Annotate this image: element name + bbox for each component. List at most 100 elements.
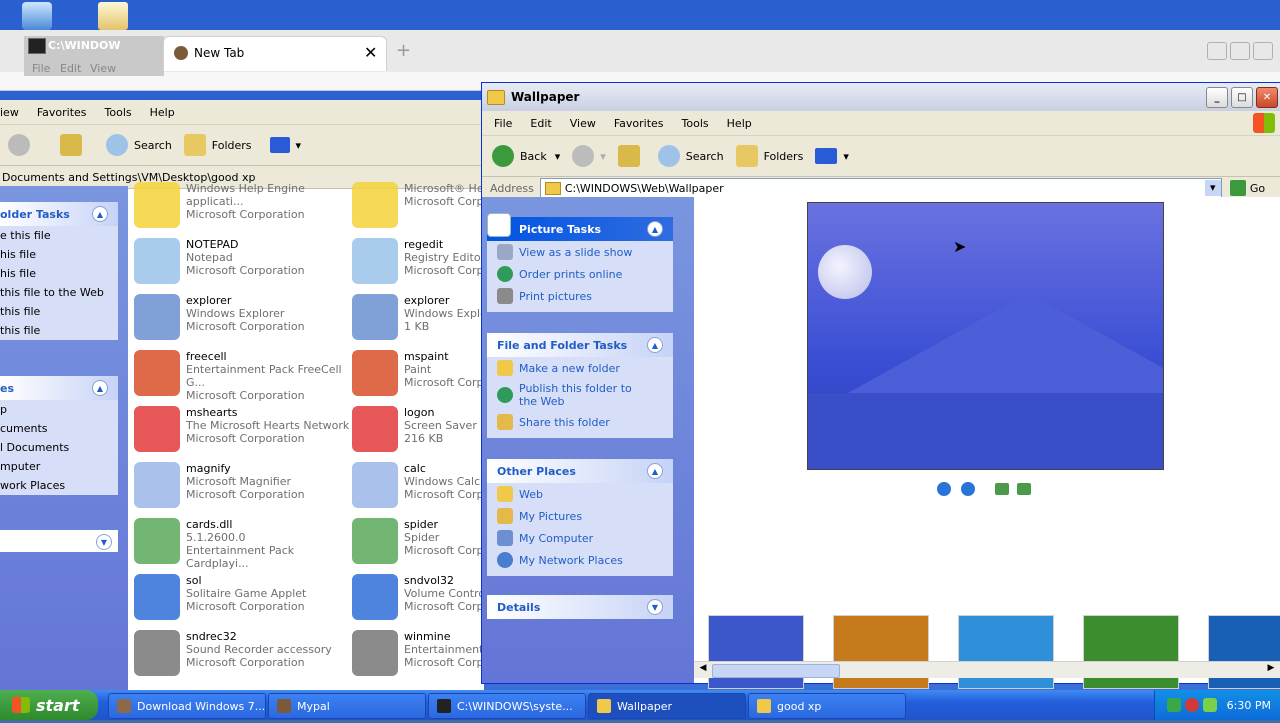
file-item[interactable]: Windows Help Engine applicati... Microsof… xyxy=(134,182,354,228)
file-item[interactable]: freecell Entertainment Pack FreeCell G...… xyxy=(134,350,354,402)
views-button[interactable]: ▾ xyxy=(815,148,849,164)
place-my-pictures[interactable]: My Pictures xyxy=(487,505,673,527)
folder-tasks-header[interactable]: older Tasks ▲ xyxy=(0,202,118,226)
recycle-bin-icon[interactable] xyxy=(22,2,52,30)
place-item[interactable]: work Places xyxy=(0,476,118,495)
up-button[interactable] xyxy=(48,134,88,156)
folder-task-item[interactable]: this file xyxy=(0,302,118,321)
picture-tasks-header[interactable]: Picture Tasks ▲ xyxy=(487,217,673,241)
collapse-chevron-icon[interactable]: ▲ xyxy=(92,206,108,222)
details-panel[interactable]: ▼ xyxy=(0,530,118,552)
scrollbar-thumb[interactable] xyxy=(712,664,840,678)
file-item[interactable]: explorer Windows Explorer Microsoft Corpor… xyxy=(134,294,354,340)
back-dropdown-icon[interactable]: ▾ xyxy=(555,150,561,163)
close-button[interactable] xyxy=(1253,42,1273,60)
scroll-right-icon[interactable]: ▶ xyxy=(1264,663,1278,677)
places-header[interactable]: es ▲ xyxy=(0,376,118,400)
notepad-icon[interactable] xyxy=(98,2,128,30)
place-network[interactable]: My Network Places xyxy=(487,549,673,576)
views-button[interactable]: ▾ xyxy=(264,137,301,153)
collapse-chevron-icon[interactable]: ▲ xyxy=(647,463,663,479)
cmd-menu-view[interactable]: View xyxy=(90,62,116,75)
folders-button[interactable]: Folders xyxy=(735,145,803,167)
cmd-menu-file[interactable]: File xyxy=(32,62,50,75)
other-places-header[interactable]: Other Places ▲ xyxy=(487,459,673,483)
folder-task-item[interactable]: this file to the Web xyxy=(0,283,118,302)
menu-file[interactable]: File xyxy=(494,117,512,130)
maximize-button[interactable] xyxy=(1230,42,1250,60)
tab-close-icon[interactable]: ✕ xyxy=(364,43,377,62)
address-dropdown-icon[interactable]: ▾ xyxy=(1204,180,1221,196)
file-item[interactable]: sndrec32 Sound Recorder accessory Microsof… xyxy=(134,630,354,676)
file-item[interactable]: mshearts The Microsoft Hearts Network Micr… xyxy=(134,406,354,452)
maximize-button[interactable]: □ xyxy=(1231,86,1253,108)
menu-favorites[interactable]: Favorites xyxy=(37,106,87,119)
rotate-clockwise-icon[interactable] xyxy=(995,483,1009,495)
up-button[interactable] xyxy=(617,145,646,167)
scroll-left-icon[interactable]: ◀ xyxy=(696,663,710,677)
address-field[interactable]: C:\WINDOWS\Web\Wallpaper ▾ xyxy=(539,178,1222,198)
horizontal-scrollbar[interactable]: ◀ ▶ xyxy=(694,661,1280,678)
menu-help[interactable]: Help xyxy=(727,117,752,130)
folder-task-item[interactable]: his file xyxy=(0,245,118,264)
start-button[interactable]: start xyxy=(0,690,98,720)
file-item[interactable]: magnify Microsoft Magnifier Microsoft Corp… xyxy=(134,462,354,508)
expand-chevron-icon[interactable]: ▼ xyxy=(647,599,663,615)
collapse-chevron-icon[interactable]: ▲ xyxy=(647,337,663,353)
forward-dropdown-icon[interactable]: ▾ xyxy=(600,150,606,163)
next-image-button[interactable] xyxy=(961,482,975,496)
place-item[interactable]: cuments xyxy=(0,419,118,438)
file-folder-tasks-header[interactable]: File and Folder Tasks ▲ xyxy=(487,333,673,357)
preview-image[interactable] xyxy=(807,202,1164,470)
place-my-computer[interactable]: My Computer xyxy=(487,527,673,549)
taskbar-button[interactable]: Wallpaper xyxy=(588,693,746,719)
new-tab-icon[interactable]: + xyxy=(396,40,411,61)
collapse-chevron-icon[interactable]: ▲ xyxy=(647,221,663,237)
task-order-prints[interactable]: Order prints online xyxy=(487,263,673,285)
taskbar-button[interactable]: good xp xyxy=(748,693,906,719)
menu-tools[interactable]: Tools xyxy=(682,117,709,130)
forward-button[interactable]: ▾ xyxy=(572,145,606,167)
file-item[interactable]: cards.dll 5.1.2600.0 Entertainment Pack Ca… xyxy=(134,518,354,570)
title-bar[interactable]: Wallpaper _ □ ✕ xyxy=(482,83,1280,111)
task-new-folder[interactable]: Make a new folder xyxy=(487,357,673,379)
network-tray-icon[interactable] xyxy=(1166,698,1181,712)
close-button[interactable]: ✕ xyxy=(1256,86,1278,108)
place-web[interactable]: Web xyxy=(487,483,673,505)
folders-button[interactable]: Folders xyxy=(183,134,252,156)
folder-task-item[interactable]: this file xyxy=(0,321,118,340)
file-item[interactable]: NOTEPAD Notepad Microsoft Corporation xyxy=(134,238,354,284)
menu-view[interactable]: iew xyxy=(0,106,19,119)
search-button[interactable]: Search xyxy=(100,134,172,156)
rotate-counterclockwise-icon[interactable] xyxy=(1017,483,1031,495)
go-arrow-icon[interactable] xyxy=(1229,180,1246,196)
file-item[interactable]: sol Solitaire Game Applet Microsoft Corpor… xyxy=(134,574,354,620)
back-button[interactable]: Back ▾ xyxy=(492,145,560,167)
update-tray-icon[interactable] xyxy=(1202,698,1217,712)
folder-task-item[interactable]: his file xyxy=(0,264,118,283)
folder-task-item[interactable]: e this file xyxy=(0,226,118,245)
browser-tab[interactable]: New Tab ✕ xyxy=(163,36,387,71)
taskbar-button[interactable]: Mypal xyxy=(268,693,426,719)
place-item[interactable]: l Documents xyxy=(0,438,118,457)
task-print-pictures[interactable]: Print pictures xyxy=(487,285,673,312)
task-slideshow[interactable]: View as a slide show xyxy=(487,241,673,263)
search-button[interactable]: Search xyxy=(657,145,724,167)
task-share-folder[interactable]: Share this folder xyxy=(487,411,673,438)
place-item[interactable]: p xyxy=(0,400,118,419)
cmd-menu-edit[interactable]: Edit xyxy=(60,62,81,75)
menu-favorites[interactable]: Favorites xyxy=(614,117,664,130)
menu-help[interactable]: Help xyxy=(150,106,175,119)
place-item[interactable]: mputer xyxy=(0,457,118,476)
details-header[interactable]: Details ▼ xyxy=(487,595,673,619)
expand-chevron-icon[interactable]: ▼ xyxy=(96,534,112,550)
taskbar-button[interactable]: C:\WINDOWS\syste... xyxy=(428,693,586,719)
minimize-button[interactable]: _ xyxy=(1206,86,1228,108)
forward-button[interactable] xyxy=(0,134,36,156)
security-shield-icon[interactable] xyxy=(1184,698,1199,712)
menu-edit[interactable]: Edit xyxy=(530,117,551,130)
go-button[interactable]: Go xyxy=(1250,182,1265,195)
menu-view[interactable]: View xyxy=(570,117,596,130)
task-publish-web[interactable]: Publish this folder to the Web xyxy=(487,379,673,411)
taskbar-button[interactable]: Download Windows 7... xyxy=(108,693,266,719)
